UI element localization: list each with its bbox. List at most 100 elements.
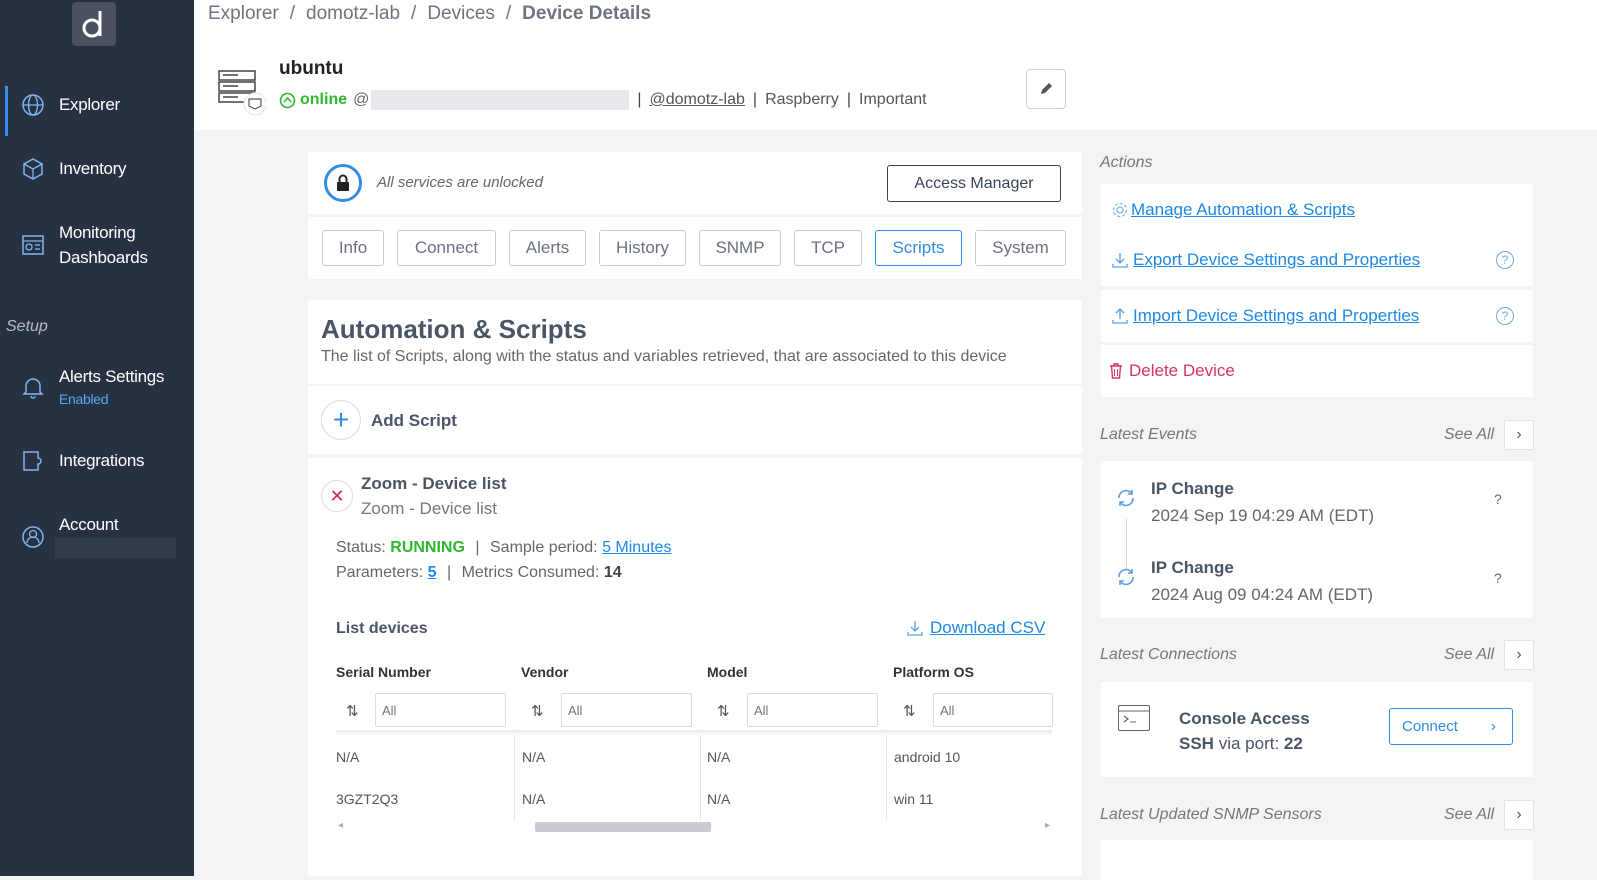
breadcrumb-devices[interactable]: Devices	[427, 3, 495, 24]
add-script-button[interactable]: +	[321, 400, 361, 440]
plus-icon: +	[332, 404, 350, 435]
chevron-right-icon: ›	[1516, 426, 1522, 443]
column-header-vendor[interactable]: Vendor	[521, 664, 568, 680]
sort-icon[interactable]: ⇅	[717, 702, 730, 720]
ip-address-redacted	[371, 90, 630, 110]
connections-see-all-button[interactable]: ›	[1504, 640, 1534, 670]
sidebar-item-label: Alerts Settings	[59, 367, 165, 386]
tab-system[interactable]: System	[975, 230, 1066, 266]
breadcrumb-current: Device Details	[522, 3, 652, 24]
domotz-logo[interactable]	[72, 2, 116, 46]
chevron-right-icon: ›	[1516, 646, 1522, 663]
sidebar-item-explorer[interactable]: Explorer	[0, 86, 194, 136]
table-cell: win 11	[894, 791, 934, 807]
download-csv-label[interactable]: Download CSV	[930, 618, 1045, 638]
action-export-settings[interactable]: Export Device Settings and Properties ?	[1101, 234, 1533, 286]
action-manage-scripts[interactable]: Manage Automation & Scripts	[1101, 184, 1533, 236]
device-tabs: Info Connect Alerts History SNMP TCP Scr…	[308, 217, 1082, 279]
port-label: via port:	[1218, 734, 1280, 753]
events-see-all[interactable]: See All	[1444, 426, 1494, 444]
alerts-enabled-status: Enabled	[59, 391, 109, 407]
collector-link[interactable]: @domotz-lab	[650, 91, 745, 109]
action-label[interactable]: Delete Device	[1129, 361, 1235, 381]
user-icon	[22, 526, 44, 548]
script-status-value: RUNNING	[390, 539, 465, 556]
remove-script-button[interactable]: ✕	[321, 480, 353, 512]
tab-scripts[interactable]: Scripts	[875, 230, 962, 266]
sidebar-item-account[interactable]: Account	[0, 512, 194, 562]
account-name-redacted	[55, 538, 176, 558]
filter-model-input[interactable]	[747, 693, 878, 727]
scroll-right-icon[interactable]: ▸	[1045, 820, 1050, 831]
tab-alerts[interactable]: Alerts	[509, 230, 586, 266]
filter-vendor-input[interactable]	[561, 693, 692, 727]
tab-history[interactable]: History	[599, 230, 686, 266]
device-status: online	[300, 91, 348, 108]
filter-serial-input[interactable]	[375, 693, 506, 727]
sample-period-link[interactable]: 5 Minutes	[602, 539, 671, 556]
parameters-link[interactable]: 5	[428, 564, 437, 581]
puzzle-icon	[23, 451, 42, 471]
tab-tcp[interactable]: TCP	[794, 230, 862, 266]
download-csv-link[interactable]: Download CSV	[906, 618, 1045, 638]
sidebar-item-inventory[interactable]: Inventory	[0, 156, 194, 181]
action-delete-device[interactable]: Delete Device	[1101, 345, 1533, 397]
edit-device-button[interactable]	[1026, 69, 1066, 109]
unlock-icon	[337, 174, 349, 191]
connect-label: Connect	[1402, 718, 1458, 735]
column-header-model[interactable]: Model	[707, 664, 747, 680]
lock-status	[324, 164, 362, 202]
parameters-label: Parameters:	[336, 564, 424, 581]
event-help[interactable]: ?	[1494, 570, 1502, 586]
sidebar-item-alerts-settings[interactable]: Alerts Settings Enabled	[0, 364, 194, 410]
sidebar-item-integrations[interactable]: Integrations	[0, 448, 194, 473]
timeline-line	[1126, 519, 1127, 569]
device-meta-line: online @ | @domotz-lab | Raspberry | Imp…	[279, 90, 927, 110]
breadcrumb-explorer[interactable]: Explorer	[208, 3, 279, 24]
column-header-serial[interactable]: Serial Number	[336, 664, 431, 680]
action-import-settings[interactable]: Import Device Settings and Properties ?	[1101, 290, 1533, 342]
events-see-all-button[interactable]: ›	[1504, 420, 1534, 450]
server-device-icon	[218, 70, 266, 116]
snmp-see-all[interactable]: See All	[1444, 806, 1494, 824]
filter-platform-input[interactable]	[933, 693, 1053, 727]
script-card: ✕ Zoom - Device list Zoom - Device list …	[308, 458, 1082, 876]
scroll-left-icon[interactable]: ◂	[338, 820, 343, 831]
ip-at-symbol: @	[353, 91, 370, 108]
connections-see-all[interactable]: See All	[1444, 646, 1494, 664]
access-manager-button[interactable]: Access Manager	[887, 165, 1061, 202]
event-date: 2024 Sep 19 04:29 AM (EDT)	[1151, 506, 1375, 525]
tab-info[interactable]: Info	[322, 230, 384, 266]
action-label[interactable]: Export Device Settings and Properties	[1133, 250, 1420, 270]
event-item[interactable]: IP Change 2024 Sep 19 04:29 AM (EDT)	[1151, 479, 1374, 526]
connect-button[interactable]: Connect ›	[1389, 708, 1513, 745]
breadcrumb-collector[interactable]: domotz-lab	[306, 3, 400, 24]
event-item[interactable]: IP Change 2024 Aug 09 04:24 AM (EDT)	[1151, 558, 1373, 605]
snmp-see-all-button[interactable]: ›	[1504, 800, 1534, 830]
help-icon[interactable]: ?	[1496, 307, 1514, 325]
tab-connect[interactable]: Connect	[397, 230, 496, 266]
event-help[interactable]: ?	[1494, 491, 1502, 507]
add-script-row[interactable]: + Add Script	[308, 386, 1082, 454]
help-icon[interactable]: ?	[1496, 251, 1514, 269]
device-importance: Important	[859, 91, 927, 108]
column-header-platform[interactable]: Platform OS	[893, 664, 974, 680]
sidebar-item-label: Explorer	[59, 95, 120, 114]
sort-icon[interactable]: ⇅	[531, 702, 544, 720]
sort-icon[interactable]: ⇅	[346, 702, 359, 720]
sidebar-item-label: Monitoring	[59, 223, 136, 242]
action-label[interactable]: Import Device Settings and Properties	[1133, 306, 1419, 326]
horizontal-scrollbar-thumb[interactable]	[535, 822, 711, 832]
device-name: ubuntu	[279, 58, 344, 79]
pencil-icon	[1041, 83, 1052, 94]
breadcrumb: Explorer / domotz-lab / Devices / Device Detai…	[208, 3, 652, 24]
download-icon	[1112, 253, 1128, 268]
add-script-label[interactable]: Add Script	[371, 411, 457, 431]
latest-connections-card: Console Access SSH via port: 22 Connect …	[1101, 682, 1533, 777]
tab-snmp[interactable]: SNMP	[699, 230, 781, 266]
setup-section-label: Setup	[6, 318, 48, 335]
chevron-right-icon: ›	[1490, 717, 1496, 735]
sort-icon[interactable]: ⇅	[903, 702, 916, 720]
sidebar-item-monitoring-dashboards[interactable]: Monitoring Dashboards	[0, 220, 194, 270]
action-label[interactable]: Manage Automation & Scripts	[1131, 200, 1355, 220]
